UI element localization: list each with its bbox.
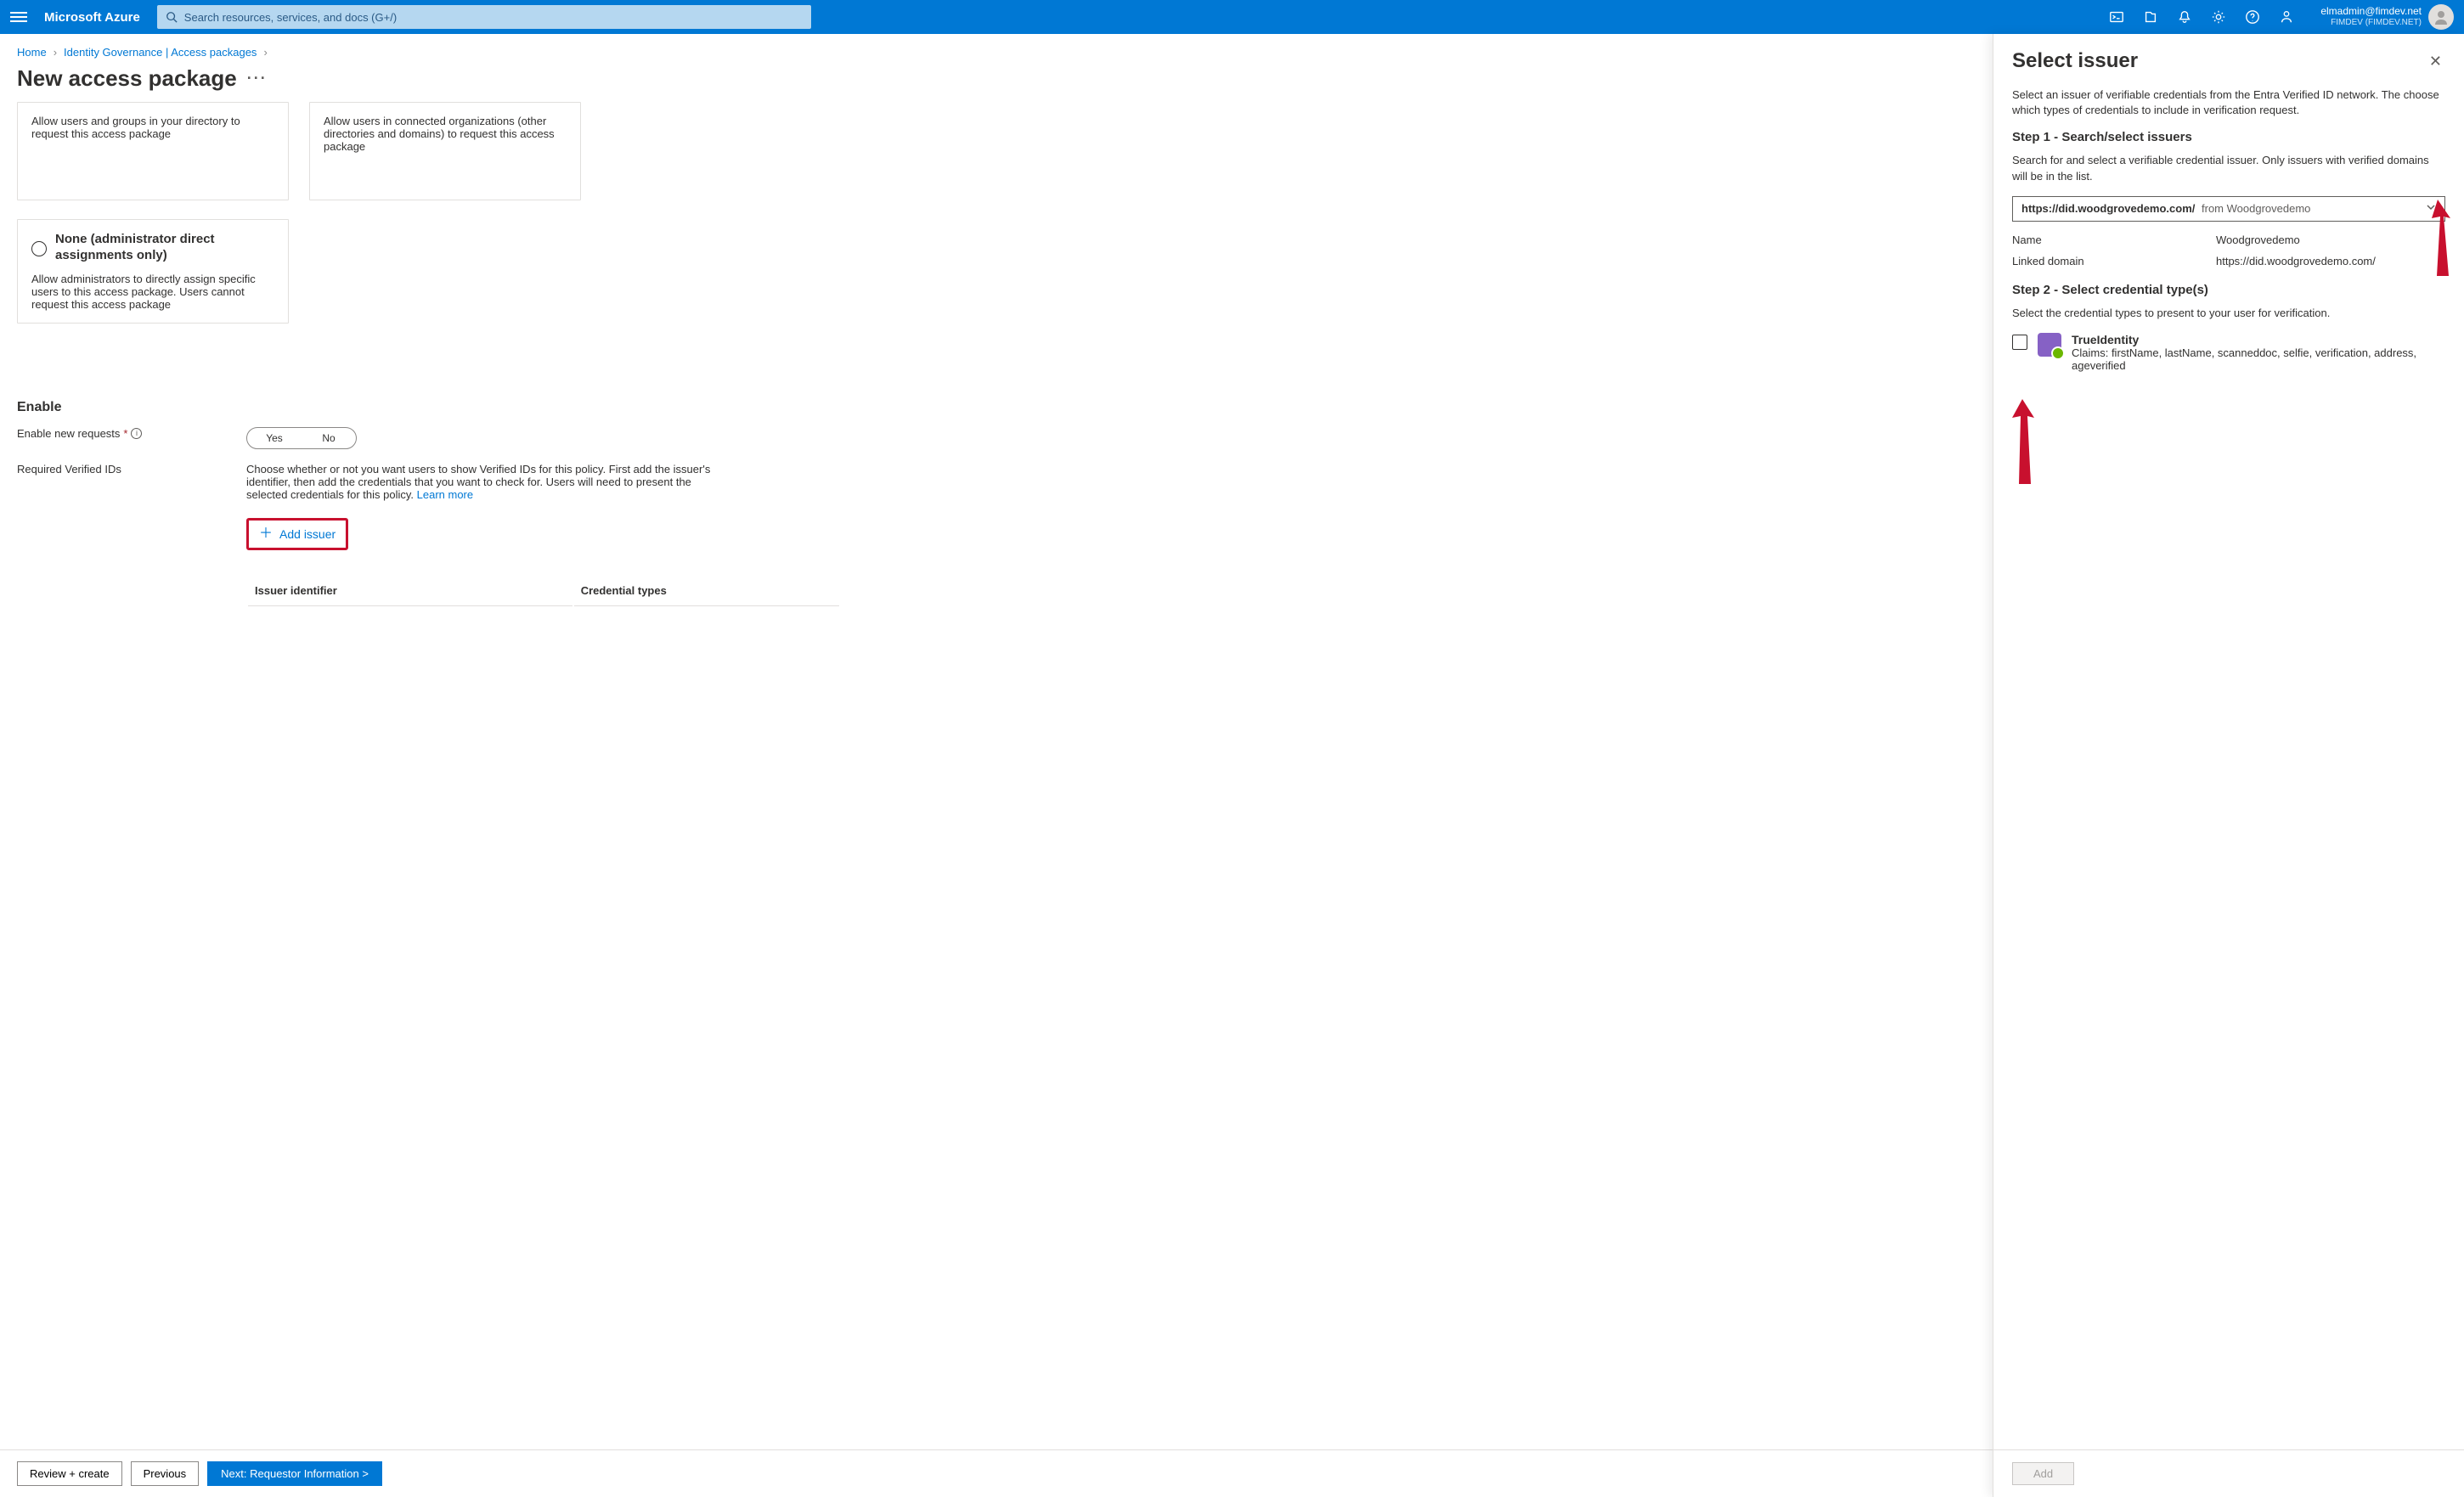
panel-title: Select issuer	[2012, 49, 2138, 73]
close-icon: ✕	[2429, 53, 2442, 70]
option-none-title: None (administrator direct assignments o…	[55, 232, 274, 264]
enable-requests-label: Enable new requests * i	[17, 427, 246, 440]
step1-desc: Search for and select a verifiable crede…	[2012, 153, 2445, 183]
previous-button[interactable]: Previous	[131, 1461, 200, 1486]
name-value: Woodgrovedemo	[2216, 234, 2300, 246]
search-icon	[166, 11, 178, 23]
menu-toggle-icon[interactable]	[10, 12, 27, 22]
credential-checkbox[interactable]	[2012, 335, 2027, 350]
option-card-directory[interactable]: Allow users and groups in your directory…	[17, 102, 289, 200]
issuer-url: https://did.woodgrovedemo.com/	[2021, 202, 2195, 215]
yes-no-toggle[interactable]: Yes No	[246, 427, 357, 449]
cloud-shell-icon[interactable]	[2101, 0, 2132, 34]
credential-badge-icon	[2038, 333, 2061, 357]
page-title: New access package	[17, 65, 237, 92]
close-button[interactable]: ✕	[2426, 49, 2445, 74]
more-actions-icon[interactable]: ···	[247, 70, 268, 87]
domain-key: Linked domain	[2012, 255, 2216, 267]
next-button[interactable]: Next: Requestor Information >	[207, 1461, 382, 1486]
option-card-connected-orgs[interactable]: Allow users in connected organizations (…	[309, 102, 581, 200]
help-icon[interactable]	[2237, 0, 2268, 34]
issuer-table: Issuer identifier Credential types	[246, 574, 841, 608]
tenant-label: FIMDEV (FIMDEV.NET)	[2320, 17, 2422, 29]
verified-ids-desc: Choose whether or not you want users to …	[246, 463, 722, 608]
add-button[interactable]: Add	[2012, 1462, 2074, 1485]
col-issuer-id: Issuer identifier	[248, 576, 572, 606]
global-search[interactable]	[157, 5, 811, 29]
learn-more-link[interactable]: Learn more	[417, 488, 473, 501]
credential-row: TrueIdentity Claims: firstName, lastName…	[2012, 333, 2445, 372]
select-issuer-panel: Select issuer ✕ Select an issuer of veri…	[1993, 34, 2464, 1497]
step1-heading: Step 1 - Search/select issuers	[2012, 130, 2445, 144]
issuer-select-dropdown[interactable]: https://did.woodgrovedemo.com/ from Wood…	[2012, 196, 2445, 222]
option-none-desc: Allow administrators to directly assign …	[31, 273, 274, 311]
directories-icon[interactable]	[2135, 0, 2166, 34]
panel-intro: Select an issuer of verifiable credentia…	[2012, 87, 2445, 118]
chevron-down-icon	[2426, 202, 2436, 215]
plus-icon: ＋	[259, 527, 273, 541]
annotation-highlight: ＋ Add issuer	[246, 518, 348, 550]
info-icon[interactable]: i	[131, 428, 142, 439]
step2-heading: Step 2 - Select credential type(s)	[2012, 283, 2445, 297]
search-input[interactable]	[184, 11, 803, 24]
annotation-arrow	[2005, 399, 2039, 495]
settings-icon[interactable]	[2203, 0, 2234, 34]
card-desc: Allow users and groups in your directory…	[31, 115, 240, 140]
credential-name: TrueIdentity	[2072, 333, 2445, 346]
chevron-right-icon: ›	[263, 46, 267, 59]
card-desc: Allow users in connected organizations (…	[324, 115, 555, 153]
from-label: from Woodgrovedemo	[2202, 202, 2310, 215]
feedback-icon[interactable]	[2271, 0, 2302, 34]
top-icon-bar	[2101, 0, 2302, 34]
col-credential-types: Credential types	[574, 576, 839, 606]
toggle-no[interactable]: No	[302, 428, 356, 448]
brand-label[interactable]: Microsoft Azure	[37, 10, 147, 25]
name-key: Name	[2012, 234, 2216, 246]
review-create-button[interactable]: Review + create	[17, 1461, 122, 1486]
avatar	[2428, 4, 2454, 30]
add-issuer-button[interactable]: ＋ Add issuer	[249, 521, 346, 548]
step2-desc: Select the credential types to present t…	[2012, 306, 2445, 321]
account-menu[interactable]: elmadmin@fimdev.net FIMDEV (FIMDEV.NET)	[2312, 4, 2454, 30]
domain-value: https://did.woodgrovedemo.com/	[2216, 255, 2376, 267]
breadcrumb-governance[interactable]: Identity Governance | Access packages	[64, 46, 257, 59]
chevron-right-icon: ›	[54, 46, 57, 59]
option-card-none[interactable]: None (administrator direct assignments o…	[17, 219, 289, 324]
toggle-yes[interactable]: Yes	[247, 428, 302, 448]
radio-icon[interactable]	[31, 241, 47, 256]
credential-claims: Claims: firstName, lastName, scanneddoc,…	[2072, 346, 2445, 372]
top-bar: Microsoft Azure elmadmin@fimdev.net FIMD…	[0, 0, 2464, 34]
required-star-icon: *	[123, 427, 127, 440]
verified-ids-label: Required Verified IDs	[17, 463, 246, 476]
account-email: elmadmin@fimdev.net	[2320, 5, 2422, 17]
breadcrumb-home[interactable]: Home	[17, 46, 47, 59]
notifications-icon[interactable]	[2169, 0, 2200, 34]
